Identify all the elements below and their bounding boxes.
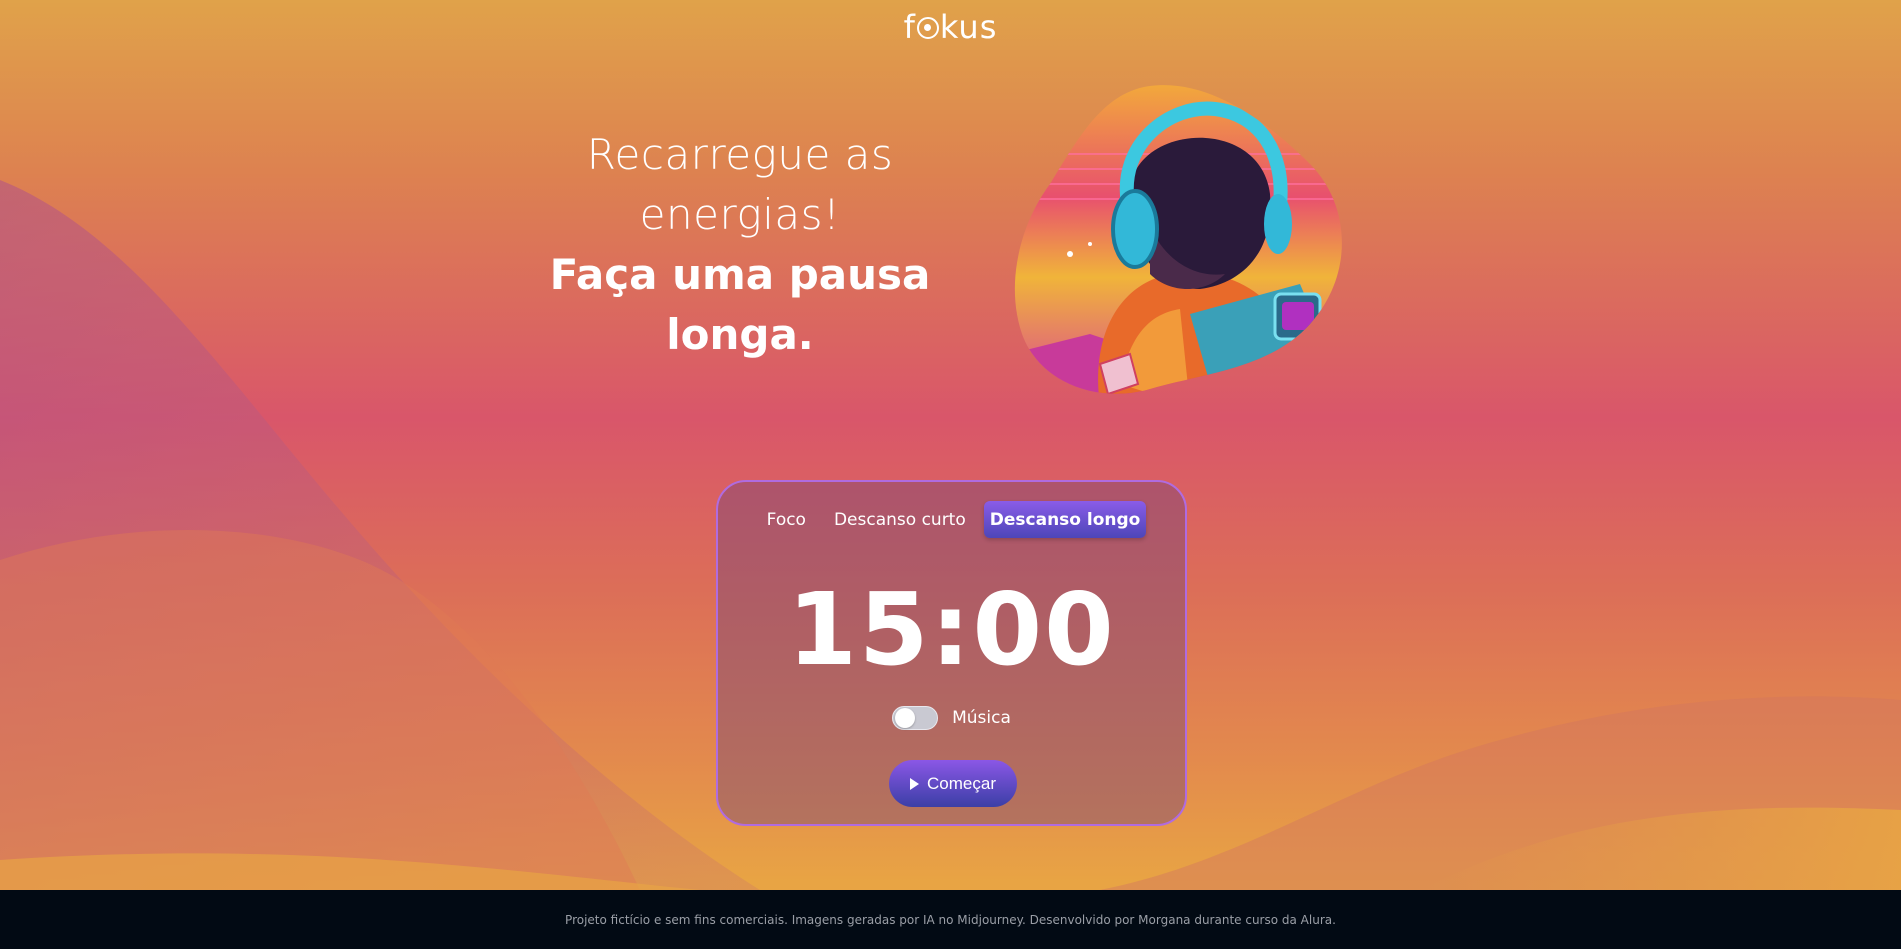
title-bold: Faça uma pausa longa. xyxy=(549,250,931,359)
target-icon xyxy=(916,17,939,39)
play-icon xyxy=(910,777,920,790)
title-light: Recarregue as energias! xyxy=(586,130,894,239)
music-toggle-row: Música xyxy=(718,706,1185,730)
tab-descanso-longo[interactable]: Descanso longo xyxy=(983,501,1147,538)
timer-display: 15:00 xyxy=(787,571,1116,688)
mode-tabs: Foco Descanso curto Descanso longo xyxy=(718,501,1185,538)
music-toggle[interactable] xyxy=(892,706,939,730)
logo-text-right: kus xyxy=(939,8,998,46)
music-label: Música xyxy=(952,708,1011,728)
footer-text: Projeto fictício e sem fins comerciais. … xyxy=(565,912,1336,927)
page-title: Recarregue as energias! Faça uma pausa l… xyxy=(540,125,940,365)
start-button[interactable]: Começar xyxy=(889,760,1017,807)
toggle-knob xyxy=(895,708,916,728)
footer: Projeto fictício e sem fins comerciais. … xyxy=(0,890,1901,949)
logo-text-left: f xyxy=(903,8,916,46)
tab-foco[interactable]: Foco xyxy=(757,501,816,538)
astronaut-illustration xyxy=(1014,85,1342,394)
fokus-logo: f kus xyxy=(0,8,1901,46)
start-button-label: Começar xyxy=(927,773,996,793)
timer-card: Foco Descanso curto Descanso longo 15:00… xyxy=(716,480,1187,826)
tab-descanso-curto[interactable]: Descanso curto xyxy=(824,501,976,538)
